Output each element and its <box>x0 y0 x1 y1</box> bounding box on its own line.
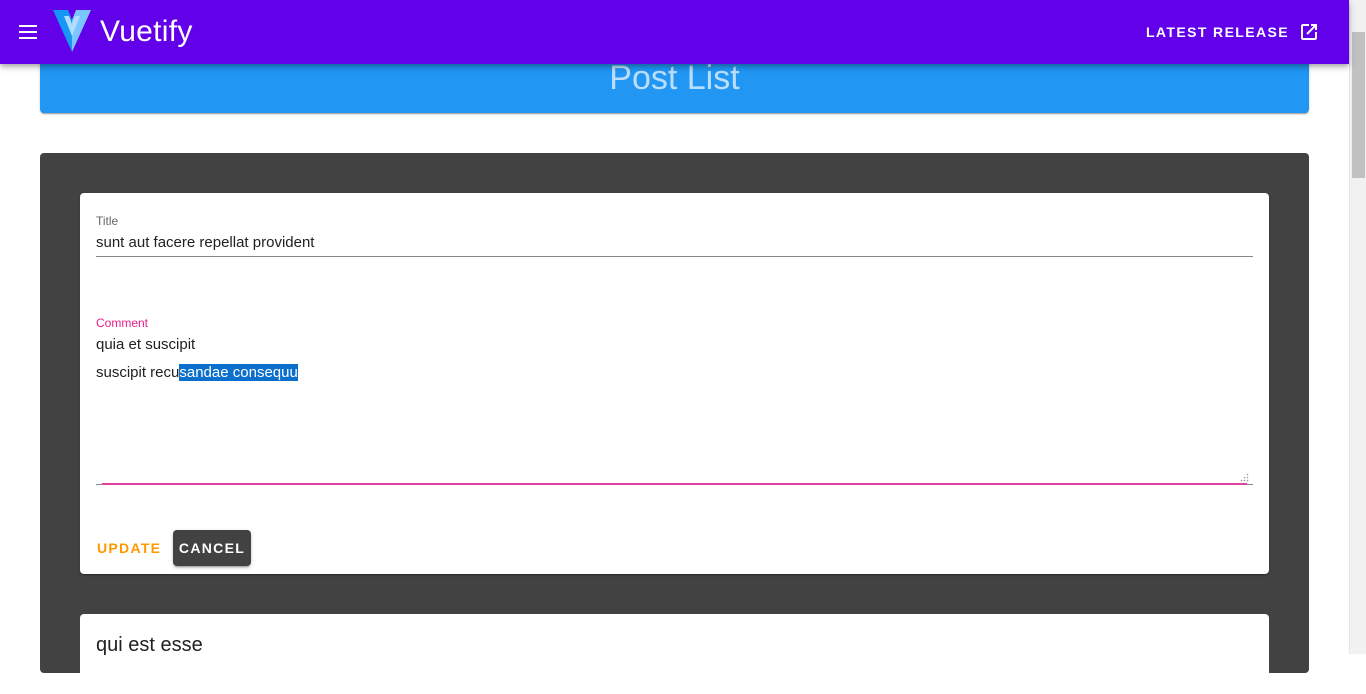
cancel-button[interactable]: CANCEL <box>173 530 251 566</box>
comment-line-1: quia et suscipit <box>96 336 196 353</box>
title-field-label: Title <box>96 214 119 228</box>
resize-grip-icon[interactable] <box>1240 473 1249 482</box>
comment-field-label: Comment <box>96 316 149 330</box>
update-button[interactable]: UPDATE <box>88 530 170 566</box>
app-bar: Vuetify LATEST RELEASE <box>0 0 1349 64</box>
menu-icon <box>19 25 37 39</box>
menu-button[interactable] <box>10 14 46 50</box>
open-in-new-icon <box>1301 24 1317 40</box>
comment-textarea[interactable]: quia et suscipit suscipit recusandae con… <box>96 331 1253 485</box>
edit-post-card: Title Comment quia et suscipit suscipit … <box>80 193 1269 574</box>
app-title: Vuetify <box>100 15 193 48</box>
comment-text-plain: suscipit recu <box>96 364 180 381</box>
comment-focus-underline <box>102 483 1247 485</box>
latest-release-label: LATEST RELEASE <box>1145 24 1289 40</box>
comment-line-2: suscipit recusandae consequu <box>96 359 1253 387</box>
scrollbar-thumb[interactable] <box>1352 32 1365 178</box>
page-scrollbar[interactable] <box>1349 0 1366 654</box>
post-card[interactable]: qui est esse <box>80 614 1269 694</box>
posts-container: Title Comment quia et suscipit suscipit … <box>40 153 1309 694</box>
vuetify-logo-icon <box>53 10 91 52</box>
comment-text-selection: sandae consequu <box>179 364 298 381</box>
latest-release-button[interactable]: LATEST RELEASE <box>1146 14 1319 50</box>
title-input[interactable] <box>96 229 1253 257</box>
page-title: Post List <box>609 59 740 97</box>
